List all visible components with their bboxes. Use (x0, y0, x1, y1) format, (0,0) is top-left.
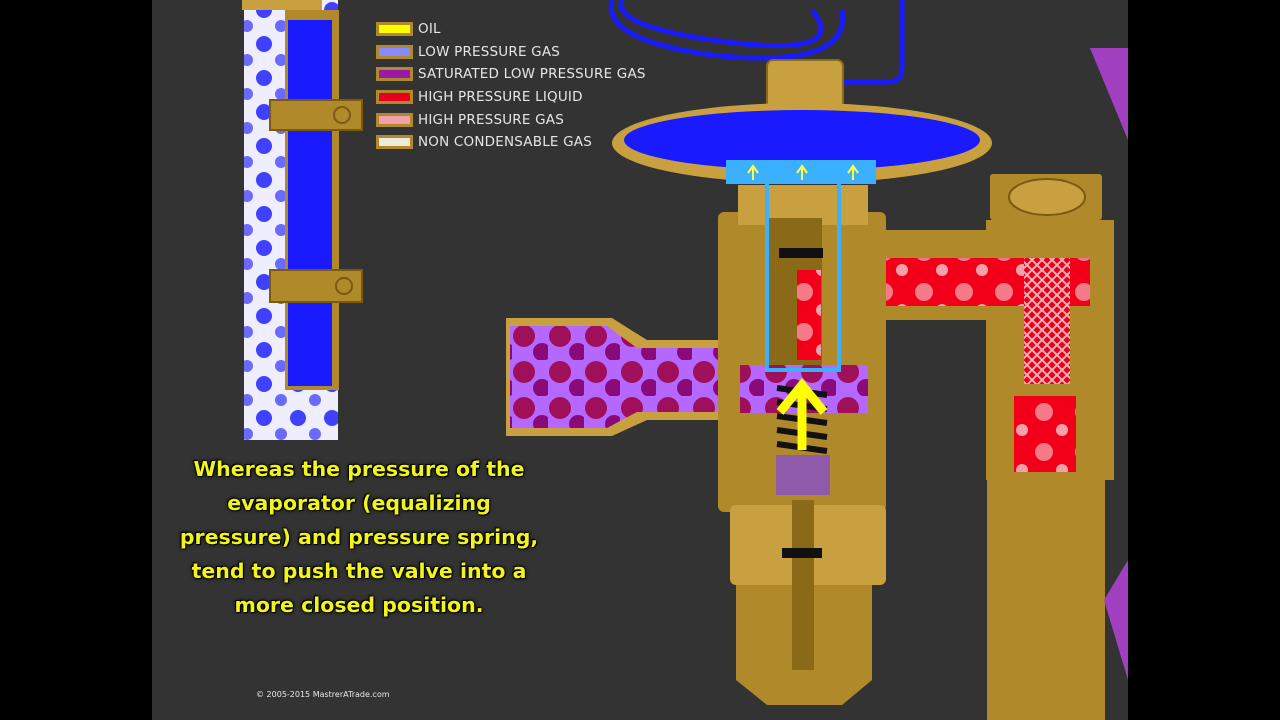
legend-label: OIL (418, 21, 441, 38)
capillary-tube (608, 0, 905, 85)
letterbox-right (1128, 0, 1280, 720)
legend-label: HIGH PRESSURE GAS (418, 111, 564, 128)
next-scene-edge-bottom (1104, 560, 1128, 680)
high-pressure-liquid-swatch (376, 90, 413, 105)
copyright-notice: © 2005-2015 MastrerATrade.com (256, 690, 390, 699)
outlet-pipe (506, 318, 742, 436)
narration-caption: Whereas the pressure of the evaporator (… (164, 452, 554, 622)
oil-swatch (376, 22, 413, 37)
legend-label: LOW PRESSURE GAS (418, 43, 561, 60)
caption-line: Whereas the pressure of the (193, 457, 525, 481)
letterbox-left (0, 0, 152, 720)
legend-item: HIGH PRESSURE LIQUID (376, 86, 646, 109)
evaporator-tube (242, 0, 363, 440)
legend-item: HIGH PRESSURE GAS (376, 108, 646, 131)
legend-item: OIL (376, 18, 646, 41)
next-scene-edge (1090, 48, 1128, 140)
caption-line: evaporator (equalizing (227, 491, 491, 515)
high-pressure-gas-swatch (376, 112, 413, 127)
legend-label: NON CONDENSABLE GAS (418, 134, 593, 151)
legend: OIL LOW PRESSURE GAS SATURATED LOW PRESS… (376, 18, 646, 154)
legend-item: NON CONDENSABLE GAS (376, 131, 646, 154)
legend-label: SATURATED LOW PRESSURE GAS (418, 66, 646, 83)
legend-label: HIGH PRESSURE LIQUID (418, 89, 583, 106)
non-condensable-gas-swatch (376, 135, 413, 150)
legend-item: LOW PRESSURE GAS (376, 41, 646, 64)
caption-line: more closed position. (234, 593, 484, 617)
low-pressure-gas-swatch (376, 44, 413, 59)
legend-item: SATURATED LOW PRESSURE GAS (376, 63, 646, 86)
saturated-low-pressure-gas-swatch (376, 67, 413, 82)
video-frame: OIL LOW PRESSURE GAS SATURATED LOW PRESS… (152, 0, 1128, 720)
caption-line: pressure) and pressure spring, (179, 525, 539, 549)
caption-line: tend to push the valve into a (191, 559, 527, 583)
